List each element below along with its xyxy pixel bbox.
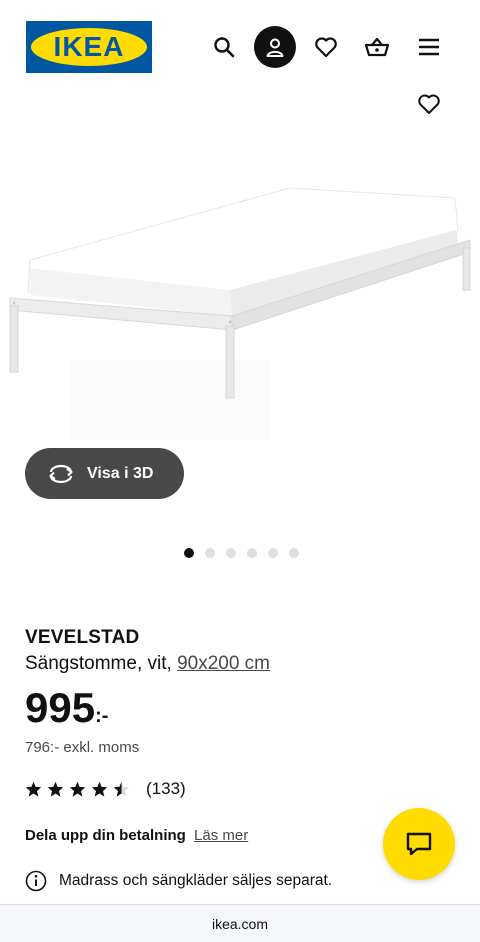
favourites-button[interactable] xyxy=(305,26,347,68)
site-header: IKEA xyxy=(0,0,480,92)
product-type: Sängstomme, vit, xyxy=(25,653,172,674)
product-name: VEVELSTAD xyxy=(25,627,140,648)
browser-url-bar[interactable]: ikea.com xyxy=(0,904,480,942)
installment-info: Dela upp din betalning Läs mer xyxy=(25,827,248,844)
basket-icon xyxy=(364,37,390,57)
basket-button[interactable] xyxy=(356,26,398,68)
logo-text: IKEA xyxy=(53,31,125,62)
notice-text: Madrass och sängkläder säljes separat. xyxy=(59,872,333,889)
carousel-dot[interactable] xyxy=(184,548,194,558)
rotate-3d-icon xyxy=(49,464,73,483)
search-icon xyxy=(214,37,235,58)
size-link[interactable]: 90x200 cm xyxy=(177,653,270,674)
chat-button[interactable] xyxy=(383,808,455,880)
carousel-dot[interactable] xyxy=(205,548,215,558)
info-icon xyxy=(25,870,47,892)
product-price: 995 :- xyxy=(25,684,108,732)
star-icon xyxy=(69,781,86,797)
save-to-list-button[interactable] xyxy=(413,88,445,120)
rating-count: (133) xyxy=(146,779,186,798)
price-suffix: :- xyxy=(95,705,109,727)
half-star-icon xyxy=(113,781,130,797)
star-icon xyxy=(25,781,42,797)
account-button[interactable] xyxy=(254,26,296,68)
price-excl-vat: 796:- exkl. moms xyxy=(25,739,140,756)
search-button[interactable] xyxy=(203,26,245,68)
view-in-3d-button[interactable]: Visa i 3D xyxy=(25,448,184,499)
view-in-3d-label: Visa i 3D xyxy=(87,464,154,482)
carousel-dot[interactable] xyxy=(247,548,257,558)
menu-icon xyxy=(419,38,439,56)
read-more-link[interactable]: Läs mer xyxy=(194,827,248,844)
installment-label: Dela upp din betalning xyxy=(25,827,186,844)
rating-stars xyxy=(25,781,130,797)
url-text: ikea.com xyxy=(211,915,269,932)
menu-button[interactable] xyxy=(408,26,450,68)
carousel-dot[interactable] xyxy=(226,548,236,558)
logo-oval: IKEA xyxy=(31,28,147,66)
sold-separately-notice: Madrass och sängkläder säljes separat. xyxy=(25,870,332,892)
star-icon xyxy=(91,781,108,797)
product-description: Sängstomme, vit, 90x200 cm xyxy=(25,653,270,675)
product-image[interactable] xyxy=(0,120,480,465)
heart-icon xyxy=(418,94,440,114)
carousel-dot[interactable] xyxy=(268,548,278,558)
image-carousel-dots[interactable] xyxy=(184,548,299,558)
carousel-dot[interactable] xyxy=(289,548,299,558)
ikea-logo[interactable]: IKEA xyxy=(26,21,152,73)
chat-icon xyxy=(406,832,432,856)
price-integer: 995 xyxy=(25,684,96,731)
heart-icon xyxy=(315,37,337,58)
account-icon xyxy=(266,38,284,57)
product-rating[interactable]: (133) xyxy=(25,779,186,799)
star-icon xyxy=(47,781,64,797)
